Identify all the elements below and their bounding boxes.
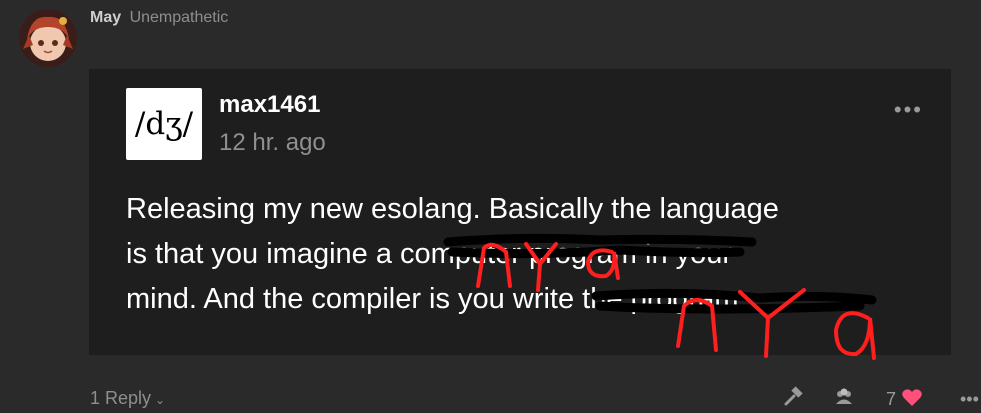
post-line: mind. And the compiler is you write the … (126, 283, 747, 315)
post-avatar[interactable]: /dʒ/ (126, 88, 202, 160)
post-username[interactable]: max1461 (219, 91, 320, 119)
avatar-image (19, 9, 77, 67)
heart-icon (902, 389, 922, 406)
author-flair: Unempathetic (129, 9, 229, 26)
avatar[interactable] (19, 9, 77, 67)
like-button[interactable]: 7 (886, 388, 923, 410)
post-timestamp: 12 hr. ago (219, 129, 326, 156)
post-line: is that you imagine a computer program i… (126, 238, 733, 270)
hammer-icon[interactable] (782, 386, 804, 413)
comment-header: May Unempathetic (90, 9, 228, 27)
post-more-icon[interactable]: ••• (894, 97, 923, 123)
replies-toggle[interactable]: 1 Reply ⌄ (90, 388, 165, 409)
more-options-icon[interactable]: ••• (960, 389, 979, 410)
author-name[interactable]: May (90, 9, 121, 26)
post-body: Releasing my new esolang. Basically the … (126, 187, 926, 322)
like-count: 7 (886, 389, 897, 409)
embedded-post[interactable]: /dʒ/ max1461 12 hr. ago ••• Releasing my… (89, 69, 951, 355)
users-icon[interactable] (832, 386, 856, 413)
post-line: Releasing my new esolang. Basically the … (126, 193, 779, 225)
replies-label: 1 Reply (90, 388, 152, 408)
chevron-down-icon: ⌄ (155, 393, 166, 407)
